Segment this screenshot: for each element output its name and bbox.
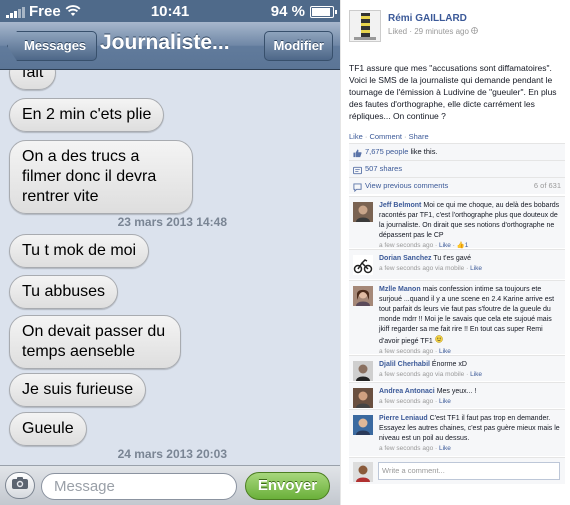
commenter-avatar[interactable]	[353, 415, 373, 435]
conversation-title: Journaliste...	[100, 31, 230, 54]
commenter-name[interactable]: Djalil Cherhabil	[379, 361, 430, 368]
thumbs-up-icon: 👍	[456, 242, 465, 249]
likes-row: 7,675 people like this.	[349, 143, 565, 160]
comment: Dorian Sanchez Tu t'es gavé a few second…	[349, 249, 565, 279]
conversation-navbar: Messages Journaliste... Modifier	[0, 22, 340, 70]
message-input[interactable]: Message	[41, 473, 237, 500]
comment-text: mais confession intime sa toujours ete s…	[379, 286, 555, 345]
comments-icon	[353, 182, 362, 193]
message-bubble: Gueule	[9, 412, 87, 446]
write-comment-row: Write a comment...	[349, 457, 565, 484]
share-link[interactable]: Share	[409, 132, 429, 141]
comment: Andrea Antonaci Mes yeux... ! a few seco…	[349, 382, 565, 408]
message-bubble: On a des trucs a filmer donc il devra re…	[9, 140, 193, 214]
feedback-box: 7,675 people like this. 507 shares View …	[349, 143, 565, 194]
comment-like-link[interactable]: Like	[439, 398, 451, 405]
commenter-name[interactable]: Dorian Sanchez	[379, 255, 432, 262]
comment-like-link[interactable]: Like	[470, 265, 482, 272]
comment: Djalil Cherhabil Énorme xD a few seconds…	[349, 355, 565, 381]
comment-time: a few seconds ago via mobile ·	[379, 265, 471, 272]
battery-icon	[310, 5, 337, 18]
facebook-post: Rémi GAILLARD Liked · 29 minutes ago TF1…	[340, 0, 570, 505]
message-bubble: On devait passer du temps aenseble	[9, 315, 181, 369]
comment-time: a few seconds ago ·	[379, 242, 439, 249]
battery-percent: 94 %	[270, 3, 305, 20]
previous-comments-row: View previous comments 6 of 631	[349, 177, 565, 194]
thumbs-up-icon	[353, 148, 362, 158]
view-previous-comments-link[interactable]: View previous comments	[365, 181, 448, 190]
comment-body: Djalil Cherhabil Énorme xD a few seconds…	[379, 360, 561, 380]
shares-count[interactable]: 507 shares	[365, 164, 402, 173]
commenter-name[interactable]: Mzlle Manon	[379, 286, 421, 293]
commenter-avatar[interactable]	[353, 286, 373, 306]
comment-time: a few seconds ago via mobile ·	[379, 371, 471, 378]
commenter-name[interactable]: Jeff Belmont	[379, 202, 421, 209]
message-timestamp: 23 mars 2013 14:48	[117, 215, 227, 229]
shares-row: 507 shares	[349, 160, 565, 177]
comment: Jeff Belmont Moi ce qui me choque, au de…	[349, 196, 565, 251]
comment-input[interactable]: Write a comment...	[378, 462, 560, 480]
comment-like-link[interactable]: Like ·	[439, 242, 457, 249]
camera-icon	[11, 476, 29, 495]
comment-like-count[interactable]: 1	[465, 242, 469, 249]
author-avatar[interactable]	[349, 10, 381, 42]
commenter-name[interactable]: Andrea Antonaci	[379, 388, 435, 395]
post-actions: Like · Comment · Share	[349, 132, 429, 141]
back-button[interactable]: Messages	[7, 31, 98, 61]
smiley-icon	[434, 335, 443, 345]
comment-link[interactable]: Comment	[369, 132, 402, 141]
message-bubble: Tu abbuses	[9, 275, 119, 309]
comment-like-link[interactable]: Like	[439, 348, 451, 355]
post-time: Liked · 29 minutes ago	[388, 27, 469, 36]
comment-time: a few seconds ago ·	[379, 348, 439, 355]
edit-button[interactable]: Modifier	[264, 31, 333, 61]
viewer-avatar	[353, 462, 373, 482]
post-meta: Liked · 29 minutes ago	[388, 27, 479, 36]
author-name[interactable]: Rémi GAILLARD	[388, 13, 467, 24]
likes-count[interactable]: 7,675 people	[365, 147, 408, 156]
comment-text: Énorme xD	[431, 361, 467, 368]
message-bubble: Tu t mok de moi	[9, 234, 150, 268]
comment-text: Mes yeux... !	[436, 388, 477, 395]
comment-body: Pierre Leniaud C'est TF1 il faut pas tro…	[379, 414, 561, 454]
comment-body: Mzlle Manon mais confession intime sa to…	[379, 285, 561, 357]
status-bar: Free 10:41 94 %	[0, 0, 340, 22]
comment: Mzlle Manon mais confession intime sa to…	[349, 280, 565, 357]
commenter-avatar[interactable]	[353, 361, 373, 381]
message-bubble: Je suis furieuse	[9, 373, 147, 407]
commenter-avatar[interactable]	[353, 255, 373, 275]
comment-like-link[interactable]: Like	[439, 445, 451, 452]
comment-body: Jeff Belmont Moi ce qui me choque, au de…	[379, 201, 561, 251]
comment-time: a few seconds ago ·	[379, 398, 439, 405]
globe-icon	[471, 27, 479, 36]
comment-body: Andrea Antonaci Mes yeux... ! a few seco…	[379, 387, 561, 407]
camera-button[interactable]	[5, 472, 35, 499]
commenter-avatar[interactable]	[353, 202, 373, 222]
comment: Pierre Leniaud C'est TF1 il faut pas tro…	[349, 409, 565, 456]
message-timestamp: 24 mars 2013 20:03	[117, 447, 227, 461]
comment-text: Tu t'es gavé	[433, 255, 471, 262]
compose-bar: Message Envoyer	[0, 465, 340, 505]
message-bubble: En 2 min c'ets plie	[9, 98, 165, 132]
commenter-avatar[interactable]	[353, 388, 373, 408]
comment-time: a few seconds ago ·	[379, 445, 439, 452]
post-text: TF1 assure que mes "accusations sont dif…	[349, 63, 557, 121]
share-icon	[353, 165, 362, 175]
battery-indicator: 94 %	[270, 3, 337, 20]
message-thread[interactable]: fait En 2 min c'ets plie On a des trucs …	[0, 70, 340, 465]
comment-counter: 6 of 631	[533, 181, 561, 190]
comment-body: Dorian Sanchez Tu t'es gavé a few second…	[379, 254, 561, 274]
commenter-name[interactable]: Pierre Leniaud	[379, 415, 428, 422]
likes-suffix: like this.	[408, 147, 438, 156]
send-button[interactable]: Envoyer	[245, 472, 330, 500]
comment-like-link[interactable]: Like	[470, 371, 482, 378]
message-bubble: fait	[9, 70, 57, 90]
like-link[interactable]: Like	[349, 132, 363, 141]
sms-screen: Free 10:41 94 % Messages Journaliste... …	[0, 0, 340, 505]
